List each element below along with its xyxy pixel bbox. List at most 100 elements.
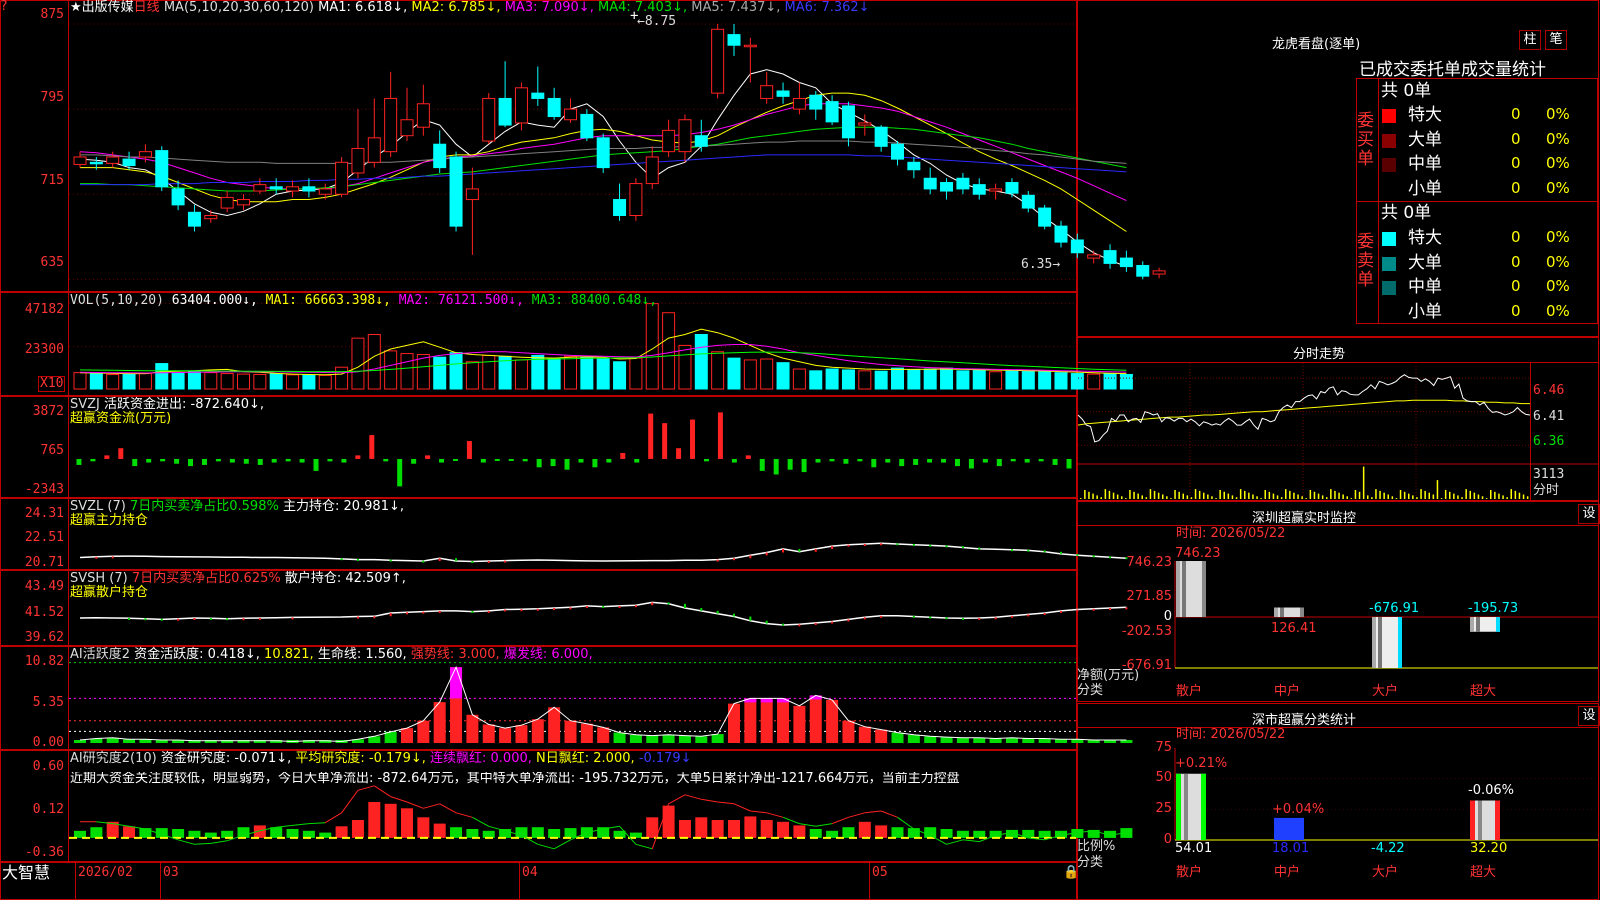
research-bar[interactable] xyxy=(662,805,675,838)
activity-bar[interactable] xyxy=(744,698,757,743)
fund-flow-bar[interactable] xyxy=(271,458,277,463)
volume-bar[interactable] xyxy=(106,373,120,390)
volume-bar[interactable] xyxy=(662,312,676,390)
activity-bar[interactable] xyxy=(777,698,790,743)
research-bar[interactable] xyxy=(793,825,806,838)
research-bar[interactable] xyxy=(1038,830,1051,838)
fund-flow-bar[interactable] xyxy=(90,458,96,462)
activity-bar[interactable] xyxy=(417,720,430,743)
volume-bar[interactable] xyxy=(286,374,300,390)
candle[interactable] xyxy=(465,167,479,255)
fund-flow-bar[interactable] xyxy=(634,458,640,463)
research-bar[interactable] xyxy=(744,816,757,838)
research-bar[interactable] xyxy=(940,829,953,838)
fund-flow-bar[interactable] xyxy=(843,458,849,464)
fund-flow-bar[interactable] xyxy=(745,455,751,459)
candle[interactable] xyxy=(171,180,185,211)
candle[interactable] xyxy=(367,98,381,168)
research-bar[interactable] xyxy=(450,827,463,838)
tick-view-button[interactable]: 笔 xyxy=(1545,30,1567,50)
fund-flow-bar[interactable] xyxy=(787,458,793,470)
candle[interactable] xyxy=(73,151,87,168)
fund-flow-bar[interactable] xyxy=(257,458,263,465)
candle[interactable] xyxy=(384,71,398,157)
research-bar[interactable] xyxy=(548,829,561,838)
volume-bar[interactable] xyxy=(678,344,692,390)
fund-flow-bar[interactable] xyxy=(118,448,124,459)
fund-flow-bar[interactable] xyxy=(676,448,682,459)
research-bar[interactable] xyxy=(172,829,185,838)
candle[interactable] xyxy=(564,98,577,123)
activity-bar[interactable] xyxy=(1055,739,1067,743)
volume-bar[interactable] xyxy=(237,373,250,390)
volume-bar[interactable] xyxy=(743,359,757,390)
fund-flow-bar[interactable] xyxy=(285,458,291,462)
research-bar[interactable] xyxy=(842,827,855,838)
activity-bar[interactable] xyxy=(1022,738,1035,743)
candle[interactable] xyxy=(335,156,349,198)
candle[interactable] xyxy=(1005,178,1019,198)
fund-flow-bar[interactable] xyxy=(466,441,472,459)
activity-bar[interactable] xyxy=(515,725,528,743)
fund-flow-bar[interactable] xyxy=(397,458,403,487)
fund-flow-bar[interactable] xyxy=(299,458,305,463)
research-bar[interactable] xyxy=(90,827,103,838)
fund-flow-bar[interactable] xyxy=(885,458,891,463)
research-bar[interactable] xyxy=(188,830,201,838)
candle[interactable] xyxy=(580,109,594,142)
activity-bar[interactable] xyxy=(613,732,626,743)
candle[interactable] xyxy=(351,109,365,179)
activity-bar[interactable] xyxy=(499,728,512,743)
candle[interactable] xyxy=(841,101,855,147)
research-bar[interactable] xyxy=(221,830,234,838)
fund-flow-bar[interactable] xyxy=(1010,458,1016,462)
volume-bar[interactable] xyxy=(564,355,577,390)
volume-bar[interactable] xyxy=(1021,370,1035,390)
candle[interactable] xyxy=(269,178,283,195)
candle[interactable] xyxy=(318,183,332,200)
research-bar[interactable] xyxy=(760,820,773,838)
activity-bar[interactable] xyxy=(433,702,446,743)
candle[interactable] xyxy=(596,133,610,173)
research-bar[interactable] xyxy=(417,817,430,838)
volume-bar[interactable] xyxy=(841,369,855,390)
volume-bar[interactable] xyxy=(1119,373,1133,390)
research-bar[interactable] xyxy=(646,817,659,838)
volume-bar[interactable] xyxy=(711,351,725,390)
activity-bar[interactable] xyxy=(907,734,920,743)
research-bar[interactable] xyxy=(531,827,544,838)
fund-flow-bar[interactable] xyxy=(620,452,626,459)
fund-flow-bar[interactable] xyxy=(174,458,180,464)
volume-bar[interactable] xyxy=(335,366,349,390)
volume-bar[interactable] xyxy=(1103,373,1117,390)
svzj-panel[interactable] xyxy=(76,412,1072,487)
fund-flow-bar[interactable] xyxy=(954,458,960,467)
volume-bar[interactable] xyxy=(171,372,185,390)
volume-bar[interactable] xyxy=(449,352,463,390)
fund-flow-bar[interactable] xyxy=(1066,458,1072,469)
activity-bar[interactable] xyxy=(711,734,724,743)
fund-flow-bar[interactable] xyxy=(1024,458,1030,463)
volume-bar[interactable] xyxy=(155,363,169,390)
candle[interactable] xyxy=(727,23,741,56)
research-bar[interactable] xyxy=(384,803,397,838)
fund-flow-bar[interactable] xyxy=(411,458,417,464)
candle[interactable] xyxy=(678,114,692,163)
corner-question[interactable]: ? xyxy=(0,0,8,14)
candle[interactable] xyxy=(940,178,954,200)
activity-bar[interactable] xyxy=(973,737,986,743)
candle[interactable] xyxy=(662,119,676,157)
research-bar[interactable] xyxy=(74,830,86,838)
candle[interactable] xyxy=(204,210,218,223)
fund-flow-bar[interactable] xyxy=(1052,458,1058,465)
research-bar[interactable] xyxy=(286,829,299,838)
candle[interactable] xyxy=(122,151,136,170)
research-bar[interactable] xyxy=(139,828,152,838)
volume-bar[interactable] xyxy=(1070,373,1084,390)
fund-flow-bar[interactable] xyxy=(480,458,486,463)
fund-flow-bar[interactable] xyxy=(564,458,570,470)
fund-flow-bar[interactable] xyxy=(425,455,431,459)
volume-bar[interactable] xyxy=(416,353,430,390)
candle[interactable] xyxy=(547,87,561,120)
volume-bar[interactable] xyxy=(204,372,218,390)
